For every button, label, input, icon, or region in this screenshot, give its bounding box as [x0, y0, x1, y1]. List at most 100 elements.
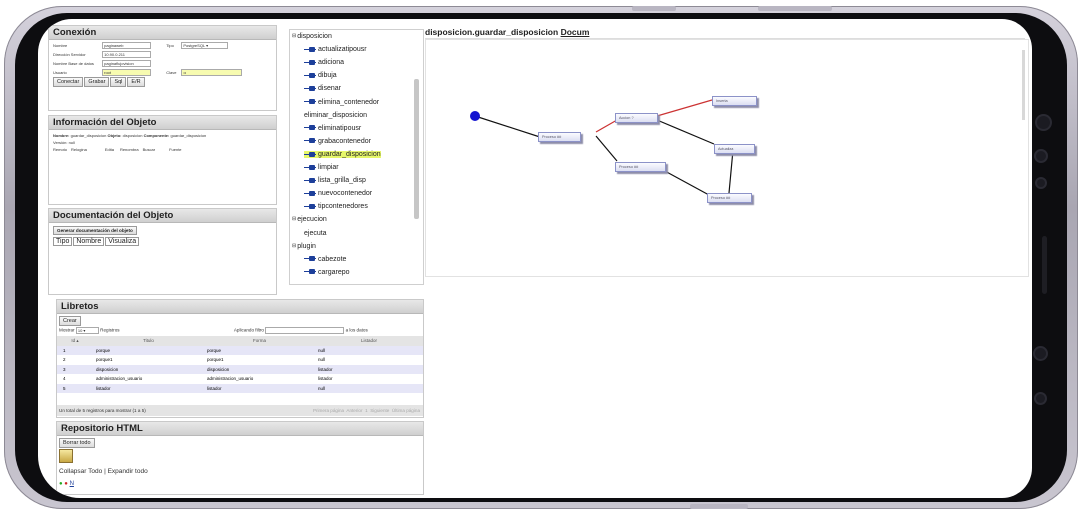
nombre-label: Nombre — [53, 42, 68, 48]
col-titulo[interactable]: Titulo — [93, 336, 204, 346]
method-icon — [304, 190, 316, 196]
page-1-link[interactable]: 1 — [365, 408, 368, 413]
tipo-select[interactable]: PostgreSQL ▾ — [181, 42, 229, 49]
crear-button[interactable]: Crear — [59, 316, 81, 326]
tree-item-label: disenar — [318, 85, 341, 93]
pager: Primera página Anterior 1 Siguiente Últi… — [313, 405, 420, 416]
tree-item-label: guardar_disposicion — [318, 150, 381, 158]
table-footer: Un total de 5 registros para mostrar (1 … — [57, 405, 423, 416]
diagram-node-accion[interactable]: Accion ? — [615, 113, 658, 123]
table-cell: administracion_usuario — [207, 376, 254, 382]
renombra-link[interactable]: Renombra — [120, 147, 139, 152]
method-icon — [304, 269, 316, 275]
direccion-input[interactable]: 10.90.0.211 — [102, 51, 152, 58]
clave-input[interactable]: •• — [181, 69, 243, 76]
method-icon — [304, 138, 316, 144]
diagram-scrollbar[interactable] — [1022, 50, 1025, 120]
col-forma[interactable]: Forma — [204, 336, 315, 346]
tree-item[interactable]: cargarepo — [304, 269, 350, 276]
tree-item[interactable]: elimina_contenedor — [304, 99, 379, 106]
table-cell: listador — [318, 366, 333, 372]
tree-item[interactable]: adiciona — [304, 59, 344, 66]
tree-item[interactable]: eliminatipousr — [304, 125, 361, 132]
fuente-link[interactable]: Fuente — [169, 147, 181, 152]
prev-page-link[interactable]: Anterior — [346, 408, 362, 413]
edita-link[interactable]: Edita — [105, 147, 114, 152]
diagram-title: disposicion.guardar_disposicion — [425, 27, 559, 37]
next-page-link[interactable]: Siguiente — [370, 408, 389, 413]
tree-item-label: limpiar — [318, 164, 339, 171]
diagram-node-proceso[interactable]: Inserta — [712, 96, 757, 106]
col-listador[interactable]: Listador — [315, 336, 423, 346]
table-cell: 1 — [63, 347, 66, 353]
tree-item[interactable]: tipcontenedores — [304, 203, 368, 210]
generar-documentacion-button[interactable]: Generar documentación del objeto — [53, 226, 137, 235]
table-cell: disposicion — [96, 366, 119, 372]
filtro-input[interactable] — [265, 327, 345, 334]
diagram-canvas[interactable]: Proceso ## Accion ? Inserta Actualiza Pr… — [425, 39, 1029, 277]
expand-all-link[interactable]: Expandir todo — [108, 468, 148, 475]
table-row[interactable]: 4 administracion_usuario administracion_us… — [57, 374, 423, 384]
table-row[interactable]: 2 porque1 porque1 null — [57, 355, 423, 365]
app-screen: Conexión Nombre paginaweb Tipo PostgreSQ… — [38, 19, 1032, 498]
tree-item[interactable]: eliminar_disposicion — [304, 112, 367, 119]
borrar-todo-button[interactable]: Borrar todo — [59, 438, 95, 448]
usuario-input[interactable]: root — [102, 69, 152, 76]
collapse-toggle-icon[interactable]: ⊟ — [292, 33, 296, 39]
tree-item[interactable]: limpiar — [304, 164, 339, 171]
table-row[interactable]: 1 porque porque null — [57, 345, 423, 355]
tree-scrollbar[interactable] — [414, 79, 419, 219]
diagram-node-proceso[interactable]: Proceso ## — [707, 193, 752, 203]
tree-item-label: grabacontenedor — [318, 137, 371, 145]
remoto-link[interactable]: Remoto — [53, 147, 67, 152]
speaker-grill — [1042, 236, 1047, 294]
relogina-link[interactable]: Relogina — [71, 147, 87, 152]
col-id[interactable]: Id ▴ — [57, 336, 93, 346]
diagram-node-actualiza[interactable]: Proceso ## — [615, 162, 666, 172]
grabar-button[interactable]: Grabar — [84, 77, 110, 87]
component-tree[interactable]: ⊟disposicion actualizatipousr adiciona dibu… — [289, 29, 424, 285]
nombre-label: Nombre: — [53, 133, 70, 138]
nombre-input[interactable]: paginaweb — [102, 42, 152, 49]
trash-icon[interactable] — [59, 449, 73, 463]
tree-item[interactable]: ⊟disposicion — [292, 33, 332, 40]
collapse-all-link[interactable]: Collapsar Todo — [59, 468, 102, 475]
version-label: Versión: — [53, 140, 68, 145]
sql-button[interactable]: Sql — [110, 77, 127, 87]
mostrar-select[interactable]: 10 ▾ — [75, 327, 99, 334]
diagram-node-inserta[interactable]: Actualiza — [714, 144, 755, 154]
tree-item[interactable]: dibuja — [304, 72, 337, 79]
tree-item-label: eliminatipousr — [318, 124, 362, 132]
tree-item[interactable]: guardar_disposicion — [304, 150, 381, 158]
table-cell: disposicion — [207, 366, 230, 372]
tree-item[interactable]: cabezote — [304, 256, 346, 263]
collapse-toggle-icon[interactable]: ⊟ — [292, 243, 296, 249]
tree-item[interactable]: ejecuta — [304, 230, 327, 237]
table-cell: 5 — [63, 385, 66, 391]
table-row[interactable]: 5 listador listador null — [57, 383, 423, 393]
base-input[interactable]: paginaflujovision — [102, 60, 152, 67]
tree-item[interactable]: ⊟ejecucion — [292, 216, 327, 223]
er-button[interactable]: E/R — [127, 77, 145, 87]
tree-item[interactable]: disenar — [304, 85, 341, 92]
documentation-link[interactable]: Docum — [561, 27, 590, 37]
side-button — [690, 504, 748, 509]
tipo-label: Tipo — [166, 42, 174, 48]
tree-item[interactable]: lista_grilla_disp — [304, 177, 366, 184]
tree-item[interactable]: actualizatipousr — [304, 46, 367, 53]
node-link[interactable]: N — [70, 481, 74, 487]
buscar-link[interactable]: Buscar — [143, 147, 155, 152]
col-visualiza: Visualiza — [105, 237, 140, 246]
diagram-node-proceso[interactable]: Proceso ## — [538, 132, 581, 142]
last-page-link[interactable]: Última página — [392, 408, 420, 413]
collapse-toggle-icon[interactable]: ⊟ — [292, 216, 296, 222]
table-cell: listador — [318, 376, 333, 382]
tree-item[interactable]: nuevocontenedor — [304, 190, 372, 197]
tree-item-label: ejecuta — [304, 229, 327, 237]
table-row[interactable]: 3 disposicion disposicion listador — [57, 364, 423, 374]
first-page-link[interactable]: Primera página — [313, 408, 344, 413]
mostrar-label: Mostrar — [59, 327, 75, 333]
tree-item[interactable]: grabacontenedor — [304, 138, 371, 145]
tree-item[interactable]: ⊟plugin — [292, 243, 316, 250]
conectar-button[interactable]: Conectar — [53, 77, 84, 87]
